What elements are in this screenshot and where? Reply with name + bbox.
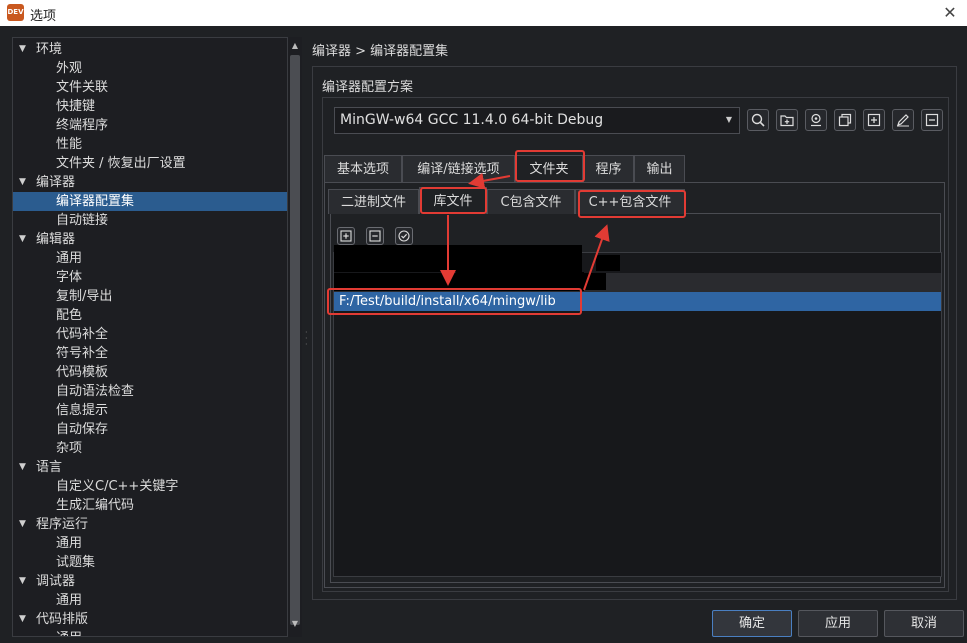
apply-button[interactable]: 应用 bbox=[798, 610, 878, 637]
arrow-path-to-cpp-includes bbox=[583, 224, 610, 291]
cancel-button[interactable]: 取消 bbox=[884, 610, 964, 637]
annotation-arrows bbox=[440, 172, 610, 291]
ok-button[interactable]: 确定 bbox=[712, 610, 792, 637]
arrow-directories-to-libraries bbox=[468, 172, 511, 189]
